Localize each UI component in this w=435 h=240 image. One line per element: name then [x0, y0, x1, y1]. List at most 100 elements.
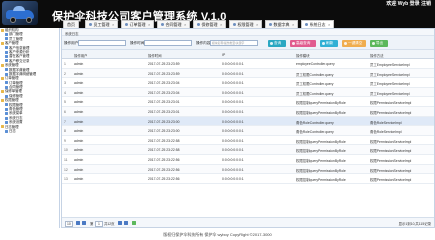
table-row[interactable]: 7 admin 2017-07-25 23:23:00 0:0:0:0:0:0:0:1… — [62, 116, 434, 127]
cell-ip: 0:0:0:0:0:0:0:1 — [222, 167, 244, 172]
table-row[interactable]: 1 admin 2017-07-25 23:23:59 0:0:0:0:0:0:0:1… — [62, 59, 434, 69]
user-filter-input[interactable] — [78, 40, 126, 46]
folder-icon — [1, 41, 4, 45]
cell-method: 权限PermissionServiceImpl — [370, 149, 412, 154]
button-icon — [343, 41, 347, 45]
cell-module: 角色RoleController.query — [296, 120, 334, 125]
content-filter-input[interactable]: 模块名称/操作类型/关键字 — [210, 40, 258, 46]
tab-icon — [305, 23, 308, 26]
cell-module: 权限控制queryPermissionByRole — [296, 178, 346, 183]
time-filter-label: 操作时间 — [130, 41, 145, 45]
table-row[interactable]: 11 admin 2017-07-25 23:22:56 0:0:0:0:0:0:0:… — [62, 155, 434, 165]
cell-ip: 0:0:0:0:0:0:0:1 — [222, 71, 244, 76]
cell-time: 2017-07-25 23:23:04 — [148, 90, 180, 95]
cell-user: admin — [74, 129, 84, 134]
row-number: 9 — [64, 138, 66, 143]
row-number: 8 — [64, 129, 66, 134]
cell-time: 2017-07-25 23:23:04 — [148, 81, 180, 86]
table-row[interactable]: 13 admin 2017-07-25 23:22:56 0:0:0:0:0:0:0:… — [62, 174, 434, 184]
tab[interactable]: 首页 — [63, 20, 79, 28]
tab[interactable]: 数据字典 × — [265, 20, 299, 28]
table-row[interactable]: 9 admin 2017-07-25 23:22:58 0:0:0:0:0:0:0:1… — [62, 136, 434, 146]
row-number: 6 — [64, 109, 66, 114]
page-icon — [5, 120, 8, 124]
column-header-time[interactable]: 操作时间 — [148, 53, 162, 58]
next-page-icon[interactable] — [118, 220, 122, 225]
cell-ip: 0:0:0:0:0:0:0:1 — [222, 129, 244, 134]
table-row[interactable]: 3 admin 2017-07-25 23:23:04 0:0:0:0:0:0:0:1… — [62, 78, 434, 88]
cell-time: 2017-07-25 23:23:59 — [148, 71, 180, 76]
column-header-user[interactable]: 操作用户 — [74, 53, 88, 58]
cell-method: 员工EmployeeServiceImpl — [370, 72, 410, 77]
breadcrumb-label: 系统日志 — [65, 31, 79, 36]
tab[interactable]: 订单管理 × — [121, 20, 155, 28]
tab[interactable]: 系统日志 × — [301, 20, 335, 28]
folder-icon — [1, 63, 4, 67]
button-icon — [269, 41, 273, 45]
toolbar-button[interactable]: 导出 — [370, 39, 388, 47]
sidebar-tree: 组织机构 部门管理 员工管理 客户管理 客户信息管理 客户来源分析 潜在客户管理 客户移交记录… — [0, 28, 60, 228]
toolbar-button[interactable]: 一键清空 — [342, 39, 366, 47]
page-icon — [5, 50, 8, 54]
cell-method: 权限PermissionServiceImpl — [370, 110, 412, 115]
cell-ip: 0:0:0:0:0:0:0:1 — [222, 62, 244, 66]
column-header-ip[interactable]: IP — [222, 53, 225, 57]
column-header-module[interactable]: 操作模块 — [296, 53, 310, 58]
page-icon — [5, 81, 8, 85]
table-row[interactable]: 8 admin 2017-07-25 23:23:00 0:0:0:0:0:0:0:1… — [62, 126, 434, 136]
folder-icon — [1, 90, 4, 94]
tab[interactable]: 保修管理 × — [193, 20, 227, 28]
table-row[interactable]: 12 admin 2017-07-25 23:22:56 0:0:0:0:0:0:0:… — [62, 164, 434, 175]
cell-module: 权限控制queryPermissionByRole — [296, 101, 346, 106]
content-filter-label: 操作内容 — [196, 41, 211, 45]
toolbar-button[interactable]: 高级查询 — [290, 39, 316, 47]
cell-user: admin — [74, 119, 84, 124]
sidebar-item[interactable]: 日志 — [0, 129, 59, 133]
tab[interactable]: 权限管理 × — [229, 20, 263, 28]
user-welcome[interactable]: 欢迎 Wyb 登录 注销 — [386, 0, 431, 7]
cell-method: 权限PermissionServiceImpl — [370, 101, 412, 106]
row-number: 3 — [64, 81, 66, 86]
row-number: 10 — [64, 148, 68, 153]
first-page-icon[interactable] — [76, 220, 80, 225]
user-filter-label: 操作用户 — [64, 41, 79, 45]
button-label: 刷新 — [326, 40, 334, 45]
tab-icon — [197, 23, 200, 26]
table-row[interactable]: 5 admin 2017-07-25 23:23:01 0:0:0:0:0:0:0:1… — [62, 97, 434, 107]
tab[interactable]: 合同管理 × — [157, 20, 191, 28]
table-row[interactable]: 2 admin 2017-07-25 23:23:59 0:0:0:0:0:0:0:1… — [62, 68, 434, 79]
cell-module: 员工权限Controller.query — [296, 82, 334, 87]
cell-user: admin — [74, 100, 84, 105]
page-total-label: 共12页 — [104, 221, 115, 226]
prev-page-icon[interactable] — [82, 220, 86, 225]
cell-ip: 0:0:0:0:0:0:0:1 — [222, 90, 244, 95]
cell-ip: 0:0:0:0:0:0:0:1 — [222, 157, 244, 162]
page-icon — [5, 112, 8, 116]
row-number: 11 — [64, 157, 68, 162]
table-row[interactable]: 4 admin 2017-07-25 23:23:04 0:0:0:0:0:0:0:1… — [62, 87, 434, 98]
tab[interactable]: 员工管理 × — [85, 20, 119, 28]
cell-ip: 0:0:0:0:0:0:0:1 — [222, 177, 244, 182]
time-filter-input[interactable] — [144, 40, 192, 46]
content-filter-placeholder: 模块名称/操作类型/关键字 — [212, 41, 245, 45]
button-icon — [371, 41, 375, 45]
column-header-method[interactable]: 操作方法 — [370, 53, 384, 58]
cell-method: 员工EmployeeServiceImpl — [370, 63, 410, 67]
folder-icon — [1, 98, 4, 102]
table-row[interactable]: 10 admin 2017-07-25 23:22:58 0:0:0:0:0:0:0:… — [62, 145, 434, 155]
cell-time: 2017-07-25 23:22:58 — [148, 138, 180, 143]
page-number-input[interactable]: 1 — [95, 220, 103, 227]
cell-ip: 0:0:0:0:0:0:0:1 — [222, 81, 244, 86]
toolbar-button[interactable]: 刷新 — [320, 39, 338, 47]
row-number: 7 — [64, 119, 66, 124]
last-page-icon[interactable] — [124, 220, 128, 225]
cell-method: 权限PermissionServiceImpl — [370, 139, 412, 144]
row-number: 2 — [64, 71, 66, 76]
cell-user: admin — [74, 157, 84, 162]
refresh-icon[interactable] — [132, 220, 136, 225]
cell-user: admin — [74, 109, 84, 114]
toolbar-button[interactable]: 查询 — [268, 39, 286, 47]
page-size-select[interactable]: 10 — [65, 220, 73, 227]
cell-module: 员工权限Controller.query — [296, 72, 334, 77]
table-row[interactable]: 6 admin 2017-07-25 23:23:01 0:0:0:0:0:0:0:1… — [62, 106, 434, 117]
